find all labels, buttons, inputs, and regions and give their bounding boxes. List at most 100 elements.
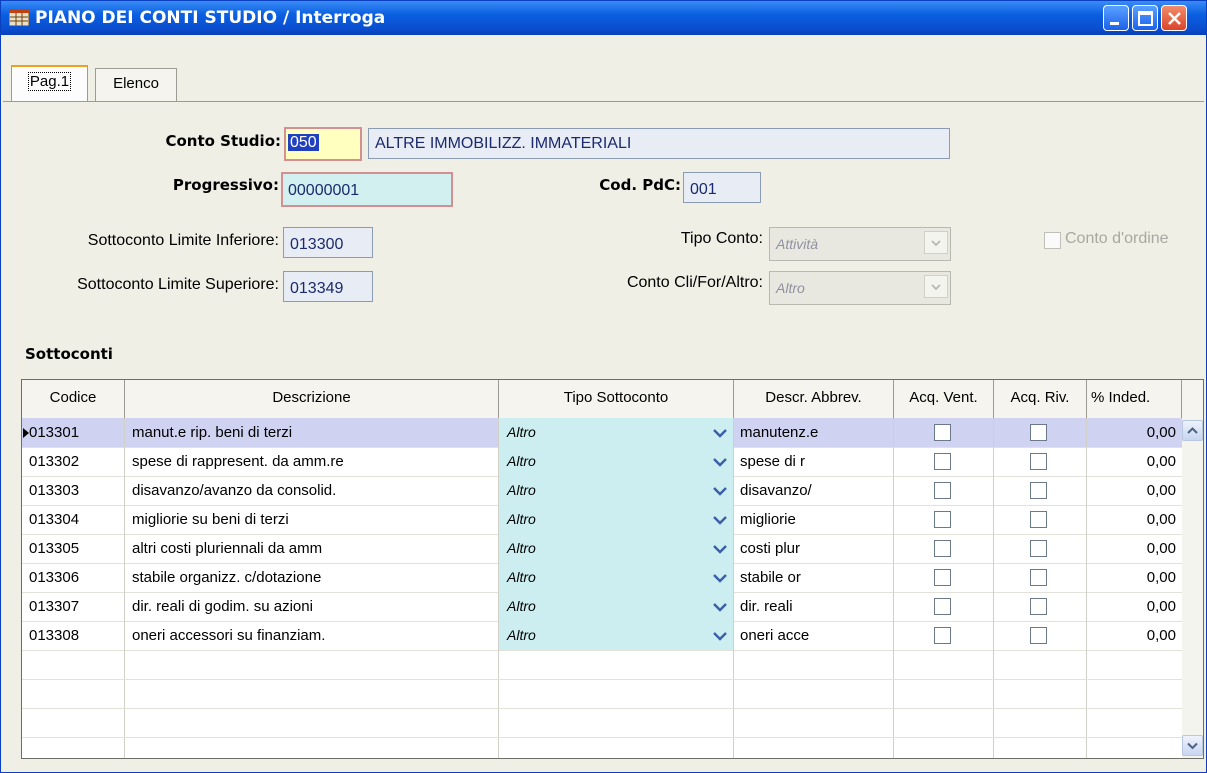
cell-inded[interactable]: 0,00: [1087, 418, 1182, 447]
cell-acq-vent[interactable]: [894, 534, 994, 563]
tipo-conto-dropdown[interactable]: [924, 231, 948, 254]
cell-descrizione[interactable]: altri costi pluriennali da amm: [125, 534, 499, 563]
col-header-descrizione[interactable]: Descrizione: [125, 380, 499, 418]
cell-acq-riv[interactable]: [994, 505, 1087, 534]
cell-inded[interactable]: 0,00: [1087, 505, 1182, 534]
chevron-down-icon[interactable]: [709, 567, 731, 589]
cell-inded[interactable]: 0,00: [1087, 534, 1182, 563]
empty-table-row[interactable]: [22, 708, 1182, 738]
cell-descrizione[interactable]: dir. reali di godim. su azioni: [125, 592, 499, 621]
acq-riv-checkbox[interactable]: [1030, 453, 1047, 470]
acq-vent-checkbox[interactable]: [934, 569, 951, 586]
acq-vent-checkbox[interactable]: [934, 598, 951, 615]
cell-inded[interactable]: 0,00: [1087, 447, 1182, 476]
cell-acq-vent[interactable]: [894, 621, 994, 650]
cell-codice[interactable]: 013305: [22, 534, 125, 563]
cell-acq-riv[interactable]: [994, 563, 1087, 592]
table-row[interactable]: 013302 spese di rappresent. da amm.re Altr…: [22, 447, 1182, 477]
acq-riv-checkbox[interactable]: [1030, 569, 1047, 586]
tab-pag1[interactable]: Pag.1: [11, 65, 88, 102]
chevron-down-icon[interactable]: [709, 451, 731, 473]
cell-acq-riv[interactable]: [994, 418, 1087, 447]
acq-vent-checkbox[interactable]: [934, 482, 951, 499]
cell-descr-abbrev[interactable]: dir. reali: [734, 592, 894, 621]
cell-codice[interactable]: 013307: [22, 592, 125, 621]
conto-ordine-checkbox[interactable]: [1044, 232, 1061, 249]
minimize-button[interactable]: [1103, 5, 1129, 31]
acq-riv-checkbox[interactable]: [1030, 482, 1047, 499]
table-row[interactable]: 013306 stabile organizz. c/dotazione Altro…: [22, 563, 1182, 593]
empty-table-row[interactable]: [22, 737, 1182, 758]
cell-codice[interactable]: 013306: [22, 563, 125, 592]
cell-acq-vent[interactable]: [894, 476, 994, 505]
cell-descr-abbrev[interactable]: migliorie: [734, 505, 894, 534]
cell-codice[interactable]: 013303: [22, 476, 125, 505]
cell-tipo-sottoconto[interactable]: Altro: [499, 534, 734, 563]
acq-vent-checkbox[interactable]: [934, 627, 951, 644]
table-row[interactable]: 013307 dir. reali di godim. su azioni Altr…: [22, 592, 1182, 622]
scroll-down-button[interactable]: [1182, 735, 1203, 756]
empty-table-row[interactable]: [22, 679, 1182, 709]
acq-riv-checkbox[interactable]: [1030, 511, 1047, 528]
cell-acq-riv[interactable]: [994, 476, 1087, 505]
cell-tipo-sottoconto[interactable]: Altro: [499, 563, 734, 592]
empty-table-row[interactable]: [22, 650, 1182, 680]
tab-elenco[interactable]: Elenco: [95, 68, 177, 102]
conto-cli-for-dropdown[interactable]: [924, 275, 948, 298]
cell-tipo-sottoconto[interactable]: Altro: [499, 418, 734, 447]
cell-tipo-sottoconto[interactable]: Altro: [499, 505, 734, 534]
progressivo-field[interactable]: 00000001: [281, 172, 453, 207]
col-header-inded[interactable]: % Inded.: [1087, 380, 1182, 418]
conto-studio-code-field[interactable]: 050: [284, 127, 362, 161]
scroll-up-button[interactable]: [1182, 420, 1203, 441]
col-header-descr-abbrev[interactable]: Descr. Abbrev.: [734, 380, 894, 418]
acq-riv-checkbox[interactable]: [1030, 540, 1047, 557]
table-row[interactable]: 013304 migliorie su beni di terzi Altro mig…: [22, 505, 1182, 535]
cell-descr-abbrev[interactable]: disavanzo/: [734, 476, 894, 505]
cell-acq-vent[interactable]: [894, 592, 994, 621]
cell-codice[interactable]: 013301: [22, 418, 125, 447]
cell-codice[interactable]: 013302: [22, 447, 125, 476]
cell-acq-vent[interactable]: [894, 505, 994, 534]
chevron-down-icon[interactable]: [709, 509, 731, 531]
cell-codice[interactable]: 013304: [22, 505, 125, 534]
cell-descrizione[interactable]: migliorie su beni di terzi: [125, 505, 499, 534]
cell-tipo-sottoconto[interactable]: Altro: [499, 447, 734, 476]
cell-acq-vent[interactable]: [894, 418, 994, 447]
cell-acq-vent[interactable]: [894, 447, 994, 476]
acq-vent-checkbox[interactable]: [934, 511, 951, 528]
chevron-down-icon[interactable]: [709, 625, 731, 647]
chevron-down-icon[interactable]: [709, 480, 731, 502]
col-header-acq-vent[interactable]: Acq. Vent.: [894, 380, 994, 418]
cell-descrizione[interactable]: disavanzo/avanzo da consolid.: [125, 476, 499, 505]
cell-inded[interactable]: 0,00: [1087, 592, 1182, 621]
acq-vent-checkbox[interactable]: [934, 453, 951, 470]
cell-inded[interactable]: 0,00: [1087, 476, 1182, 505]
cell-acq-riv[interactable]: [994, 592, 1087, 621]
cell-descr-abbrev[interactable]: stabile or: [734, 563, 894, 592]
cell-descr-abbrev[interactable]: manutenz.e: [734, 418, 894, 447]
cell-descr-abbrev[interactable]: oneri acce: [734, 621, 894, 650]
maximize-button[interactable]: [1132, 5, 1158, 31]
vertical-scrollbar[interactable]: [1182, 418, 1203, 758]
acq-vent-checkbox[interactable]: [934, 540, 951, 557]
cell-descr-abbrev[interactable]: spese di r: [734, 447, 894, 476]
cell-descr-abbrev[interactable]: costi plur: [734, 534, 894, 563]
cell-acq-riv[interactable]: [994, 447, 1087, 476]
cell-descrizione[interactable]: stabile organizz. c/dotazione: [125, 563, 499, 592]
acq-vent-checkbox[interactable]: [934, 424, 951, 441]
cell-acq-riv[interactable]: [994, 621, 1087, 650]
table-row[interactable]: 013303 disavanzo/avanzo da consolid. Altro…: [22, 476, 1182, 506]
acq-riv-checkbox[interactable]: [1030, 598, 1047, 615]
cell-codice[interactable]: 013308: [22, 621, 125, 650]
cell-inded[interactable]: 0,00: [1087, 621, 1182, 650]
table-row[interactable]: 013301 manut.e rip. beni di terzi Altro man…: [22, 418, 1182, 448]
cell-descrizione[interactable]: manut.e rip. beni di terzi: [125, 418, 499, 447]
acq-riv-checkbox[interactable]: [1030, 424, 1047, 441]
tipo-conto-select[interactable]: Attività: [769, 227, 951, 261]
conto-cli-for-select[interactable]: Altro: [769, 271, 951, 305]
cell-tipo-sottoconto[interactable]: Altro: [499, 592, 734, 621]
cell-tipo-sottoconto[interactable]: Altro: [499, 621, 734, 650]
col-header-codice[interactable]: Codice: [22, 380, 125, 418]
close-button[interactable]: [1161, 5, 1187, 31]
